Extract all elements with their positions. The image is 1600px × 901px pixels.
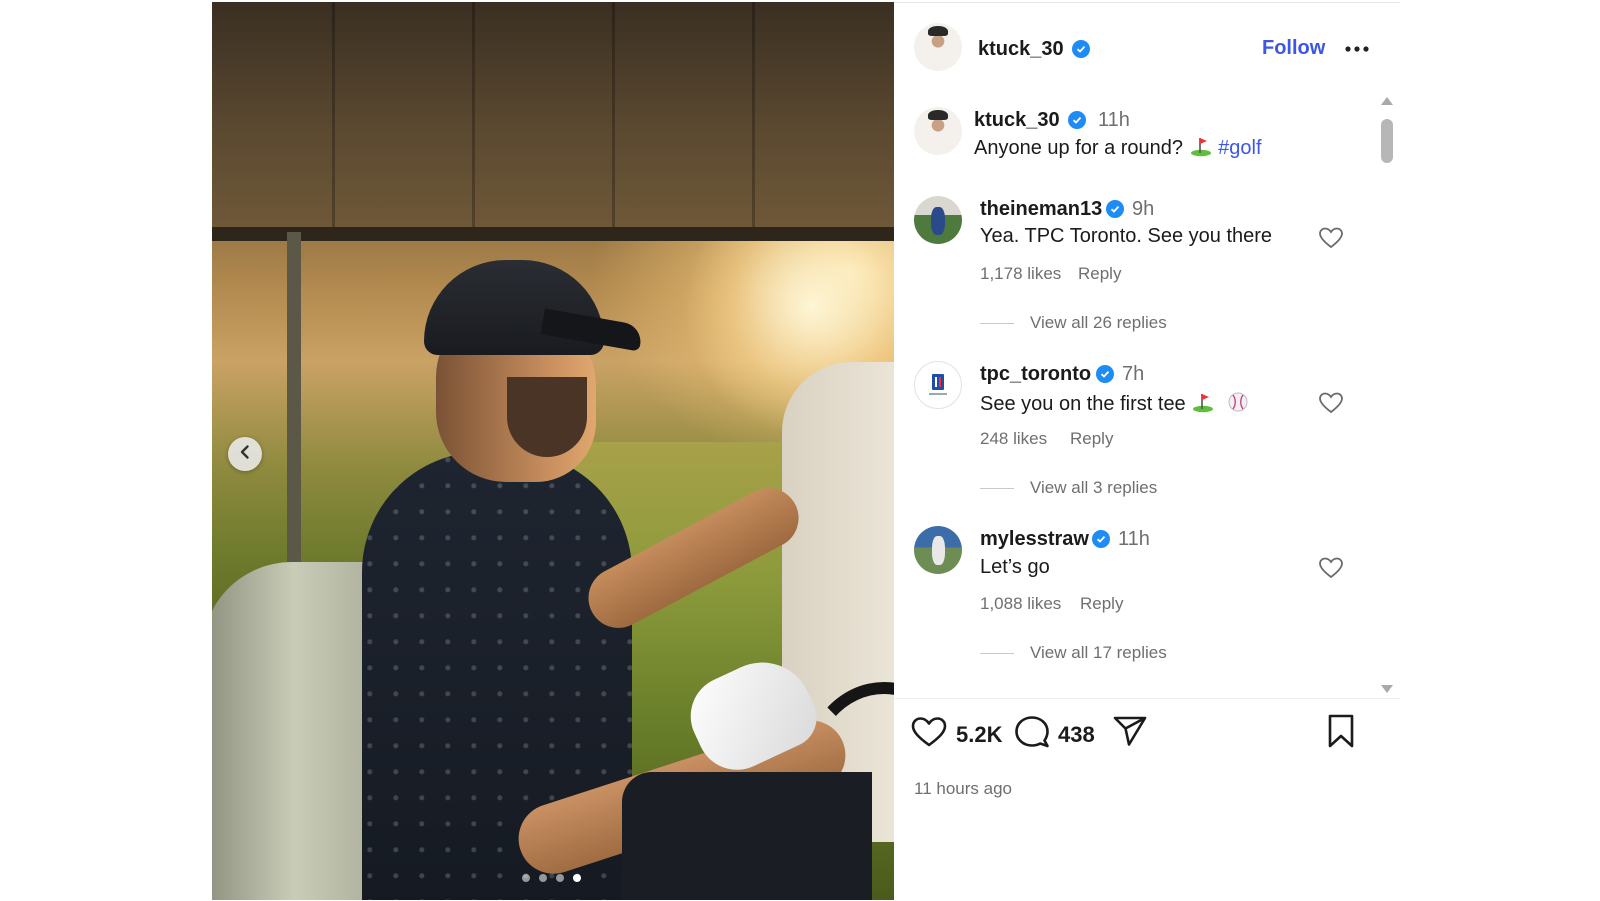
carousel-prev-button[interactable] [228, 437, 262, 471]
comment-avatar[interactable] [914, 526, 962, 574]
comment-time: 7h [1122, 363, 1145, 385]
view-replies-link[interactable]: View all 3 replies [1030, 478, 1157, 498]
tpc-logo-icon [929, 374, 947, 395]
verified-badge-icon [1068, 111, 1086, 129]
more-options-icon[interactable] [1342, 36, 1372, 62]
golf-flag-emoji [1189, 135, 1213, 163]
heart-icon[interactable] [910, 715, 948, 754]
scroll-up-arrow-icon[interactable] [1381, 97, 1393, 105]
comment-likes[interactable]: 248 likes [980, 429, 1047, 449]
likes-count[interactable]: 5.2K [956, 722, 1002, 748]
view-replies-link[interactable]: View all 17 replies [1030, 643, 1167, 663]
golf-flag-emoji [1191, 391, 1215, 419]
comment-username[interactable]: mylesstraw [980, 528, 1089, 551]
actions-divider [894, 698, 1400, 699]
share-icon[interactable] [1112, 715, 1148, 754]
verified-badge-icon [1072, 40, 1090, 58]
verified-badge-icon [1096, 365, 1114, 383]
cart-roof [212, 2, 894, 241]
comment-reply-button[interactable]: Reply [1070, 429, 1113, 449]
comment-time: 11h [1118, 528, 1150, 550]
comment-time: 9h [1132, 198, 1155, 220]
post-photo[interactable] [212, 2, 894, 900]
comment-avatar[interactable] [914, 361, 962, 409]
comment-likes[interactable]: 1,178 likes [980, 264, 1061, 284]
verified-badge-icon [1092, 530, 1110, 548]
comments-count[interactable]: 438 [1058, 722, 1095, 748]
comments-scrollbar[interactable] [1380, 95, 1394, 697]
replies-divider [980, 323, 1014, 324]
hashtag-golf[interactable]: #golf [1218, 137, 1261, 159]
post-header: ktuck_30 Follow [894, 3, 1400, 95]
comment-reply-button[interactable]: Reply [1078, 264, 1121, 284]
comment-text: Yea. TPC Toronto. See you there [980, 225, 1273, 247]
caption-time: 11h [1098, 109, 1130, 131]
comment-username[interactable]: theineman13 [980, 198, 1102, 221]
carousel-dot[interactable] [556, 874, 564, 882]
comments-list[interactable]: ktuck_30 11h Anyone up for a round? #gol… [894, 95, 1400, 691]
cart-pole [287, 232, 301, 562]
baseball-emoji [1227, 391, 1249, 419]
replies-divider [980, 488, 1014, 489]
photo-cap [424, 260, 604, 355]
post-actions-bar: 5.2K 438 [894, 711, 1400, 761]
view-replies-link[interactable]: View all 26 replies [1030, 313, 1167, 333]
comment-text-line: See you on the first tee [980, 391, 1249, 419]
bookmark-icon[interactable] [1326, 713, 1356, 754]
comment-likes[interactable]: 1,088 likes [980, 594, 1061, 614]
chevron-left-icon [237, 444, 253, 465]
scroll-down-arrow-icon[interactable] [1381, 685, 1393, 693]
photo-beard [507, 377, 587, 457]
comment-avatar[interactable] [914, 196, 962, 244]
verified-badge-icon [1106, 200, 1124, 218]
caption-text: Anyone up for a round? [974, 137, 1184, 159]
comment-reply-button[interactable]: Reply [1080, 594, 1123, 614]
comment-icon[interactable] [1014, 715, 1050, 754]
carousel-dot-active[interactable] [573, 874, 581, 882]
comment-text: See you on the first tee [980, 393, 1186, 415]
scrollbar-thumb[interactable] [1381, 119, 1393, 163]
follow-button[interactable]: Follow [1262, 37, 1325, 60]
author-username[interactable]: ktuck_30 [978, 38, 1064, 61]
carousel-dot[interactable] [522, 874, 530, 882]
comment-like-icon[interactable] [1318, 556, 1344, 580]
comment-like-icon[interactable] [1318, 226, 1344, 250]
comment-username[interactable]: tpc_toronto [980, 363, 1091, 386]
caption-avatar[interactable] [914, 107, 962, 155]
author-avatar[interactable] [914, 23, 962, 71]
comment-like-icon[interactable] [1318, 391, 1344, 415]
caption-text-line: Anyone up for a round? #golf [974, 135, 1262, 163]
post-side-panel: ktuck_30 Follow ktuck_30 11h Anyone up f… [894, 2, 1400, 901]
post-time-ago: 11 hours ago [914, 779, 1012, 798]
carousel-dots [522, 874, 581, 882]
comment-text: Let’s go [980, 556, 1050, 578]
caption-username[interactable]: ktuck_30 [974, 109, 1060, 132]
replies-divider [980, 653, 1014, 654]
carousel-dot[interactable] [539, 874, 547, 882]
